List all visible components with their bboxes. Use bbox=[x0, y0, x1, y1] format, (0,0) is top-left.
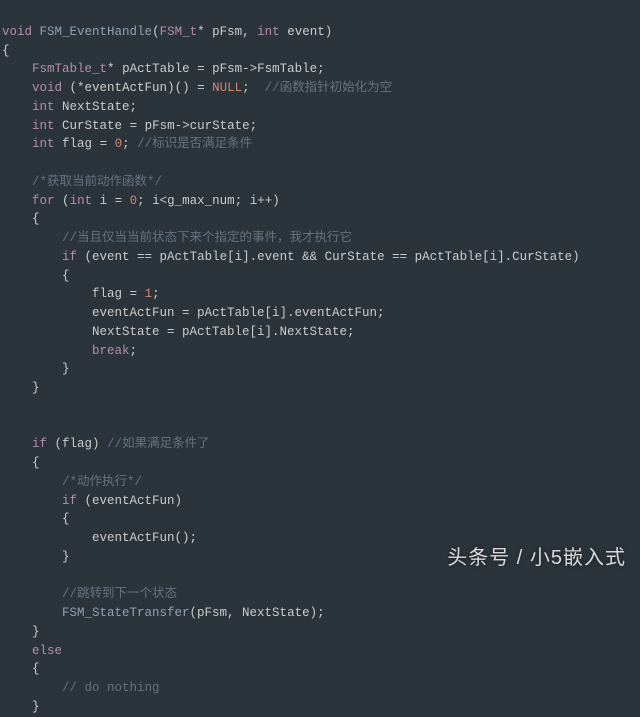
call: eventActFun(); bbox=[92, 531, 197, 545]
var: NextState; bbox=[62, 100, 137, 114]
stmt: eventActFun = pActTable[i].eventActFun; bbox=[92, 306, 385, 320]
brace: } bbox=[32, 381, 40, 395]
lhs: flag bbox=[92, 287, 122, 301]
type: FsmTable_t bbox=[32, 62, 107, 76]
brace: { bbox=[32, 456, 40, 470]
fn-call: FSM_StateTransfer bbox=[62, 606, 190, 620]
type: FSM_t bbox=[160, 25, 198, 39]
brace: { bbox=[2, 44, 10, 58]
kw-break: break bbox=[92, 344, 130, 358]
star: * bbox=[197, 25, 205, 39]
fn-name: FSM_EventHandle bbox=[40, 25, 153, 39]
code-block: void FSM_EventHandle(FSM_t* pFsm, int ev… bbox=[0, 0, 640, 717]
rest: ; i<g_max_num; i++) bbox=[137, 194, 280, 208]
stmt: NextState = pActTable[i].NextState; bbox=[92, 325, 355, 339]
sig: (*eventActFun)() bbox=[70, 81, 190, 95]
eq: = bbox=[115, 194, 123, 208]
brace: } bbox=[32, 700, 40, 714]
paren: ( bbox=[62, 194, 70, 208]
arg: event bbox=[287, 25, 325, 39]
semi: ; bbox=[122, 137, 130, 151]
type: int bbox=[32, 100, 55, 114]
type: int bbox=[32, 137, 55, 151]
type: int bbox=[32, 119, 55, 133]
eq: = bbox=[197, 62, 205, 76]
comma: , bbox=[242, 25, 250, 39]
args: (pFsm, NextState); bbox=[190, 606, 325, 620]
eq: = bbox=[130, 119, 138, 133]
comment: // do nothing bbox=[62, 681, 160, 695]
num: 0 bbox=[115, 137, 123, 151]
type: int bbox=[257, 25, 280, 39]
rhs: pFsm->curState; bbox=[145, 119, 258, 133]
semi: ; bbox=[152, 287, 160, 301]
paren: ) bbox=[325, 25, 333, 39]
brace: } bbox=[32, 625, 40, 639]
eq: = bbox=[100, 137, 108, 151]
arg: pFsm bbox=[212, 25, 242, 39]
kw-else: else bbox=[32, 644, 62, 658]
comment: //当且仅当当前状态下来个指定的事件，我才执行它 bbox=[62, 231, 352, 245]
num: 1 bbox=[145, 287, 153, 301]
cond: (flag) bbox=[55, 437, 100, 451]
null: NULL bbox=[212, 81, 242, 95]
brace: { bbox=[32, 212, 40, 226]
brace: } bbox=[62, 362, 70, 376]
brace: { bbox=[62, 269, 70, 283]
var: pActTable bbox=[122, 62, 190, 76]
eq: = bbox=[130, 287, 138, 301]
cond: (eventActFun) bbox=[85, 494, 183, 508]
cond: (event == pActTable[i].event && CurState… bbox=[85, 250, 580, 264]
var: CurState bbox=[62, 119, 122, 133]
comment: /*获取当前动作函数*/ bbox=[32, 175, 162, 189]
comment: //跳转到下一个状态 bbox=[62, 587, 177, 601]
var: flag bbox=[62, 137, 92, 151]
kw-void: void bbox=[2, 25, 32, 39]
comment: //标识是否满足条件 bbox=[137, 137, 252, 151]
brace: } bbox=[62, 550, 70, 564]
comment: //如果满足条件了 bbox=[107, 437, 210, 451]
type: void bbox=[32, 81, 62, 95]
paren: ( bbox=[152, 25, 160, 39]
star: * bbox=[107, 62, 115, 76]
eq: = bbox=[197, 81, 205, 95]
type: int bbox=[70, 194, 93, 208]
brace: { bbox=[62, 512, 70, 526]
var: i bbox=[100, 194, 108, 208]
kw-if: if bbox=[32, 437, 47, 451]
kw-for: for bbox=[32, 194, 55, 208]
comment: //函数指针初始化为空 bbox=[265, 81, 393, 95]
semi: ; bbox=[130, 344, 138, 358]
brace: { bbox=[32, 662, 40, 676]
kw-if: if bbox=[62, 250, 77, 264]
rhs: pFsm->FsmTable; bbox=[212, 62, 325, 76]
comment: /*动作执行*/ bbox=[62, 475, 142, 489]
kw-if: if bbox=[62, 494, 77, 508]
semi: ; bbox=[242, 81, 250, 95]
